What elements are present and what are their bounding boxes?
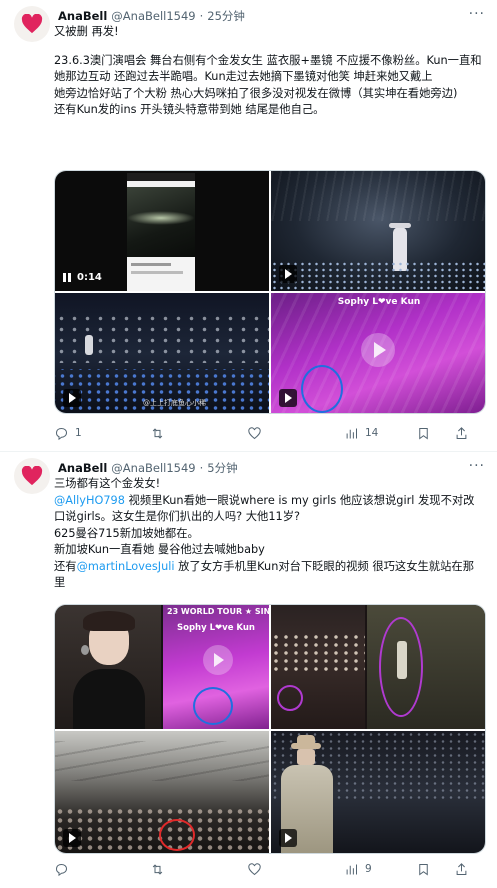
heart-icon <box>248 426 261 439</box>
tweet-line: 三场都有这个金发女! <box>54 477 161 490</box>
media-grid: 23 WORLD TOUR ★ SIN Sophy L❤ve Kun <box>54 604 486 854</box>
mention-link[interactable]: @AllyHO798 <box>54 494 125 507</box>
play-button-overlay[interactable] <box>203 645 233 675</box>
tweet-line: 又被删 再发! <box>54 25 119 38</box>
heart-avatar-icon <box>21 466 43 486</box>
concert-photo-crowd[interactable]: @上上打底鱼心小稀 <box>55 293 269 413</box>
tweet-2[interactable]: AnaBell @AnaBell1549 · 5分钟 ··· 三场都有这个金发女… <box>0 452 497 888</box>
play-icon[interactable] <box>63 389 81 407</box>
performer-photo[interactable] <box>271 731 485 853</box>
concert-photo-stage[interactable] <box>271 171 485 291</box>
pause-icon[interactable] <box>63 273 71 282</box>
tweet-text: 又被删 再发! 23.6.3澳门演唱会 舞台右侧有个金发女生 蓝衣服+墨镜 不应… <box>54 24 483 119</box>
more-options-icon[interactable]: ··· <box>469 458 485 474</box>
video-timestamp: 0:14 <box>77 272 102 283</box>
concert-photo-pink[interactable]: Sophy L❤ve Kun <box>271 293 485 413</box>
views-chart-icon <box>346 428 357 438</box>
tweet-text: 三场都有这个金发女! @AllyHO798 视频里Kun看她一眼说where i… <box>54 476 483 592</box>
share-icon <box>456 426 467 439</box>
retweet-icon <box>152 863 163 875</box>
media-grid: 0:14 @上上打底鱼心小稀 Sophy L❤ve Kun <box>54 170 486 414</box>
timestamp[interactable]: 25分钟 <box>207 8 245 24</box>
reply-button[interactable]: 1 <box>54 426 82 441</box>
retweet-icon <box>152 427 163 439</box>
performer-figure <box>397 641 407 679</box>
tweet-spacer <box>54 41 483 53</box>
share-button[interactable] <box>454 862 469 877</box>
bookmark-icon <box>419 863 428 875</box>
user-handle[interactable]: @AnaBell1549 <box>111 461 195 475</box>
share-icon <box>456 862 467 875</box>
display-name[interactable]: AnaBell <box>58 461 107 475</box>
play-icon[interactable] <box>279 389 297 407</box>
venue-photo[interactable] <box>55 731 269 853</box>
concert-photo-circled[interactable] <box>271 605 485 729</box>
phone-screenshot <box>127 173 195 291</box>
mention-link[interactable]: @martinLovesJuli <box>77 560 175 573</box>
reply-button[interactable] <box>54 862 75 877</box>
tweet-line: 625曼谷715新加坡她都在。 <box>54 526 199 540</box>
separator-dot: · <box>199 461 204 475</box>
tweet-line: @AllyHO798 视频里Kun看她一眼说where is my girls … <box>54 493 483 526</box>
video-controls[interactable]: 0:14 <box>63 272 102 283</box>
tweet-line: 还有Kun发的ins 开头镜头特意带到她 结尾是他自己。 <box>54 103 325 116</box>
bookmark-button[interactable] <box>416 862 431 877</box>
like-button[interactable] <box>247 862 268 877</box>
like-button[interactable] <box>247 426 268 441</box>
retweet-button[interactable] <box>150 426 171 441</box>
bookmark-icon <box>419 427 428 439</box>
overlay-caption: Sophy L❤ve Kun <box>337 297 421 307</box>
reply-icon <box>55 863 68 876</box>
reply-count: 1 <box>75 427 82 439</box>
view-count: 9 <box>365 863 372 875</box>
play-icon[interactable] <box>63 829 81 847</box>
retweet-button[interactable] <box>150 862 171 877</box>
view-count: 14 <box>365 427 379 439</box>
tweet-actions: 9 <box>54 860 487 878</box>
play-icon[interactable] <box>279 265 297 283</box>
performer-figure <box>85 335 93 355</box>
reply-icon <box>55 427 68 440</box>
bookmark-button[interactable] <box>416 426 431 441</box>
tweet-1[interactable]: AnaBell @AnaBell1549 · 25分钟 ··· 又被删 再发! … <box>0 0 497 452</box>
watermark: @上上打底鱼心小稀 <box>143 399 206 407</box>
tweet-actions: 1 14 <box>54 424 487 442</box>
play-icon[interactable] <box>279 829 297 847</box>
separator-dot: · <box>199 9 204 23</box>
highlight-circle <box>193 687 233 725</box>
user-handle[interactable]: @AnaBell1549 <box>111 9 195 23</box>
tweet-line: 她旁边恰好站了个大粉 热心大妈咪拍了很多没对视发在微博（其实坤在看她旁边) <box>54 86 458 100</box>
share-button[interactable] <box>454 426 469 441</box>
more-options-icon[interactable]: ··· <box>469 6 485 22</box>
tour-banner: 23 WORLD TOUR ★ SIN <box>167 607 269 616</box>
tweet-line-text: 还有 <box>54 559 77 573</box>
avatar[interactable] <box>14 458 50 494</box>
heart-icon <box>248 862 261 875</box>
play-button-overlay[interactable] <box>361 333 395 367</box>
portrait-photo <box>55 605 161 729</box>
views-button[interactable]: 9 <box>344 862 372 877</box>
display-name[interactable]: AnaBell <box>58 9 107 23</box>
views-button[interactable]: 14 <box>344 426 378 441</box>
highlight-circle <box>159 819 195 851</box>
video-thumbnail[interactable]: 0:14 <box>55 171 269 291</box>
timestamp[interactable]: 5分钟 <box>207 460 237 476</box>
collage-photo[interactable]: 23 WORLD TOUR ★ SIN Sophy L❤ve Kun <box>55 605 269 729</box>
highlight-circle <box>277 685 303 711</box>
heart-avatar-icon <box>21 14 43 34</box>
tweet-header: AnaBell @AnaBell1549 · 25分钟 ··· <box>58 6 485 24</box>
pink-concert-photo: 23 WORLD TOUR ★ SIN Sophy L❤ve Kun <box>163 605 269 729</box>
highlight-circle <box>301 365 343 413</box>
tweet-header: AnaBell @AnaBell1549 · 5分钟 ··· <box>58 458 485 476</box>
tweet-line: 还有@martinLovesJuli 放了女方手机里Kun对台下眨眼的视频 很巧… <box>54 559 483 592</box>
views-chart-icon <box>346 864 357 874</box>
overlay-caption: Sophy L❤ve Kun <box>177 623 255 633</box>
avatar[interactable] <box>14 6 50 42</box>
tweet-line: 23.6.3澳门演唱会 舞台右侧有个金发女生 蓝衣服+墨镜 不应援不像粉丝。Ku… <box>54 53 482 84</box>
tweet-line: 新加坡Kun一直看她 曼谷他过去喊她baby <box>54 543 265 556</box>
